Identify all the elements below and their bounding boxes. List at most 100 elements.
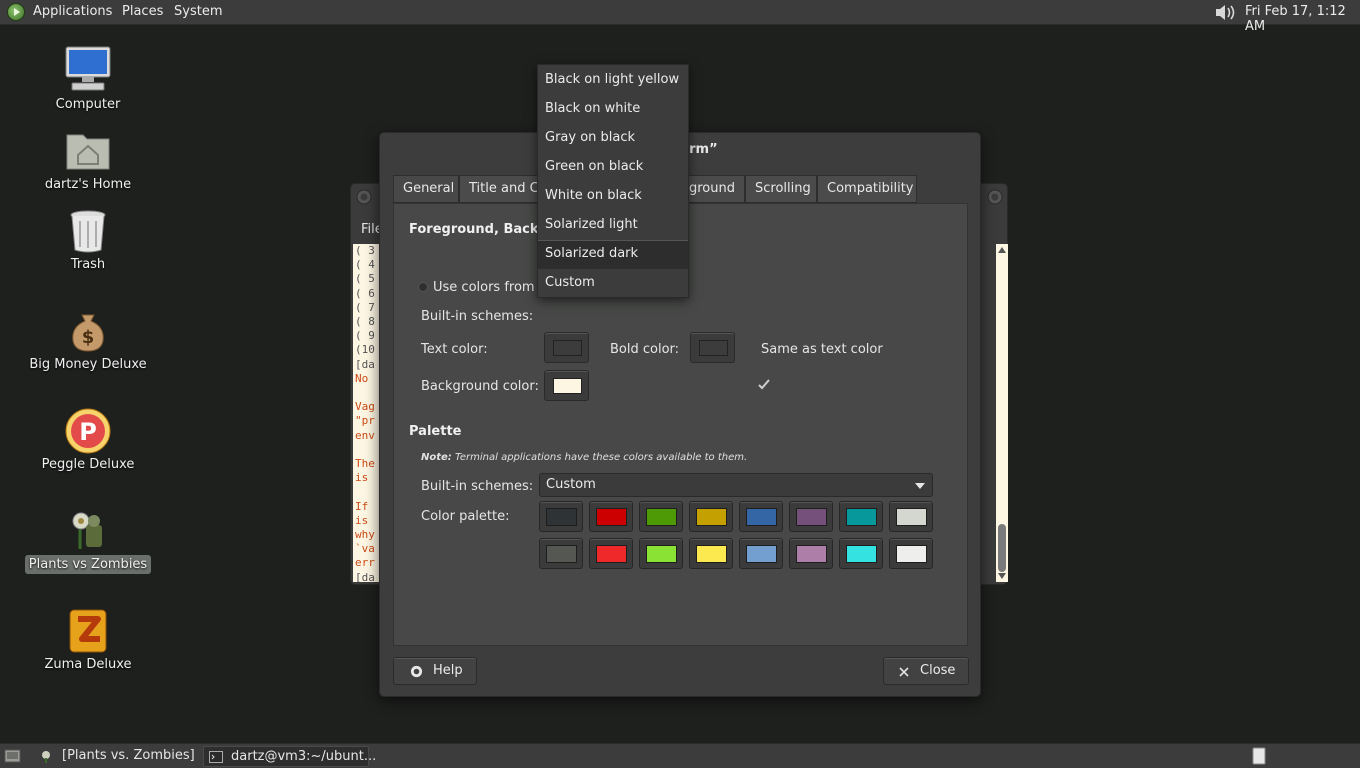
terminal-scrollbar[interactable] bbox=[996, 244, 1008, 582]
palette-color-button[interactable] bbox=[889, 538, 933, 569]
tab-general[interactable]: General bbox=[393, 175, 459, 203]
palette-color-swatch bbox=[796, 545, 827, 563]
desktop-icon-computer[interactable]: Computer bbox=[13, 45, 163, 115]
palette-color-button[interactable] bbox=[739, 501, 783, 532]
desktop-icon-big-money[interactable]: $ Big Money Deluxe bbox=[13, 307, 163, 377]
same-as-text-checkbox[interactable] bbox=[758, 379, 770, 391]
palette-color-swatch bbox=[596, 545, 627, 563]
desktop-icon-trash[interactable]: Trash bbox=[13, 207, 163, 277]
palette-color-swatch bbox=[896, 508, 927, 526]
palette-color-swatch bbox=[646, 545, 677, 563]
scrollbar-thumb[interactable] bbox=[998, 524, 1006, 572]
scroll-down-icon[interactable] bbox=[998, 573, 1006, 579]
window-maximize-icon[interactable] bbox=[987, 189, 1003, 205]
desktop-icon-label: Trash bbox=[70, 257, 106, 272]
help-button-label: Help bbox=[433, 663, 463, 678]
desktop-icon-label: Plants vs Zombies bbox=[13, 555, 163, 574]
background-color-label: Background color: bbox=[421, 379, 539, 394]
scheme-menu-item[interactable]: White on black bbox=[538, 182, 688, 211]
tab-compatibility[interactable]: Compatibility bbox=[817, 175, 917, 203]
palette-color-swatch bbox=[896, 545, 927, 563]
palette-color-button[interactable] bbox=[839, 538, 883, 569]
text-color-swatch bbox=[553, 340, 582, 356]
desktop-icon-label: Big Money Deluxe bbox=[29, 357, 147, 372]
bold-color-button[interactable] bbox=[690, 332, 735, 363]
palette-color-button[interactable] bbox=[539, 538, 583, 569]
text-color-label: Text color: bbox=[421, 342, 488, 357]
palette-note: Note: Terminal applications have these c… bbox=[421, 452, 747, 463]
palette-color-button[interactable] bbox=[889, 501, 933, 532]
palette-color-button[interactable] bbox=[839, 501, 883, 532]
desktop-icon-home[interactable]: dartz's Home bbox=[13, 127, 163, 197]
scroll-up-icon[interactable] bbox=[998, 247, 1006, 253]
palette-color-button[interactable] bbox=[689, 501, 733, 532]
system-menu[interactable]: System bbox=[174, 4, 222, 19]
same-as-text-label: Same as text color bbox=[761, 342, 883, 357]
close-button[interactable]: Close bbox=[883, 657, 969, 685]
palette-color-button[interactable] bbox=[539, 501, 583, 532]
builtin-schemes-label: Built-in schemes: bbox=[421, 309, 534, 324]
volume-icon[interactable] bbox=[1214, 3, 1236, 22]
desktop-icon-plants-vs-zombies[interactable]: Plants vs Zombies bbox=[13, 507, 163, 577]
palette-color-swatch bbox=[546, 545, 577, 563]
desktop-icon-label: dartz's Home bbox=[44, 177, 132, 192]
palette-color-button[interactable] bbox=[689, 538, 733, 569]
palette-color-button[interactable] bbox=[589, 501, 633, 532]
svg-text:$: $ bbox=[82, 327, 95, 348]
desktop-icon-label: Zuma Deluxe bbox=[44, 657, 132, 672]
palette-color-swatch bbox=[846, 545, 877, 563]
bold-color-label: Bold color: bbox=[610, 342, 680, 357]
plants-vs-zombies-icon bbox=[72, 512, 102, 549]
scheme-menu-item[interactable]: Green on black bbox=[538, 153, 688, 182]
use-system-colors-checkbox[interactable] bbox=[418, 282, 428, 292]
zuma-icon bbox=[69, 609, 107, 653]
palette-scheme-dropdown[interactable]: Custom bbox=[539, 473, 933, 497]
palette-color-button[interactable] bbox=[639, 538, 683, 569]
clock[interactable]: Fri Feb 17, 1:12 AM bbox=[1245, 4, 1360, 34]
scheme-menu-item[interactable]: Gray on black bbox=[538, 124, 688, 153]
palette-color-swatch bbox=[596, 508, 627, 526]
top-panel: Applications Places System Fri Feb 17, 1… bbox=[0, 0, 1360, 34]
help-button[interactable]: Help bbox=[393, 657, 477, 685]
taskbar-item-label: [Plants vs. Zombies] bbox=[62, 748, 195, 763]
palette-color-swatch bbox=[546, 508, 577, 526]
taskbar-item-terminal[interactable]: dartz@vm3:~/ubunt... bbox=[203, 746, 376, 767]
workspace-switcher-icon[interactable] bbox=[1252, 747, 1266, 765]
builtin-schemes-popup-menu[interactable]: Black on light yellow Black on white Gray … bbox=[537, 64, 689, 298]
close-x-icon bbox=[899, 667, 909, 677]
palette-color-swatch bbox=[696, 545, 727, 563]
desktop-icon-zuma[interactable]: Zuma Deluxe bbox=[13, 607, 163, 677]
home-folder-icon bbox=[66, 134, 110, 170]
taskbar-item-plants-vs-zombies[interactable]: [Plants vs. Zombies] bbox=[36, 746, 201, 767]
scheme-menu-item[interactable]: Solarized dark bbox=[538, 240, 688, 269]
palette-color-button[interactable] bbox=[789, 501, 833, 532]
palette-color-button[interactable] bbox=[739, 538, 783, 569]
places-menu[interactable]: Places bbox=[122, 4, 163, 19]
scheme-menu-item[interactable]: Black on white bbox=[538, 95, 688, 124]
scheme-menu-item[interactable]: Custom bbox=[538, 269, 688, 298]
palette-builtin-schemes-label: Built-in schemes: bbox=[421, 479, 534, 494]
taskbar-item-label: dartz@vm3:~/ubunt... bbox=[231, 749, 377, 764]
desktop-icon-peggle[interactable]: P Peggle Deluxe bbox=[13, 407, 163, 477]
background-color-button[interactable] bbox=[544, 370, 589, 401]
background-color-swatch bbox=[553, 378, 582, 394]
text-color-button[interactable] bbox=[544, 332, 589, 363]
palette-scheme-value: Custom bbox=[546, 477, 596, 492]
palette-color-swatch bbox=[796, 508, 827, 526]
palette-color-button[interactable] bbox=[789, 538, 833, 569]
scheme-menu-item[interactable]: Solarized light bbox=[538, 211, 688, 240]
palette-color-button[interactable] bbox=[589, 538, 633, 569]
scheme-menu-item[interactable]: Black on light yellow bbox=[538, 66, 688, 95]
palette-color-button[interactable] bbox=[639, 501, 683, 532]
color-palette-label: Color palette: bbox=[421, 509, 510, 524]
peggle-icon: P bbox=[65, 408, 111, 454]
window-close-icon[interactable] bbox=[356, 189, 372, 205]
applications-menu[interactable]: Applications bbox=[33, 4, 112, 19]
distro-logo-icon[interactable] bbox=[7, 3, 25, 21]
money-bag-icon: $ bbox=[72, 314, 104, 352]
palette-color-swatch bbox=[746, 545, 777, 563]
show-desktop-icon[interactable] bbox=[4, 748, 21, 764]
help-lifebuoy-icon bbox=[410, 665, 423, 678]
close-button-label: Close bbox=[920, 663, 956, 678]
tab-scrolling[interactable]: Scrolling bbox=[745, 175, 817, 203]
